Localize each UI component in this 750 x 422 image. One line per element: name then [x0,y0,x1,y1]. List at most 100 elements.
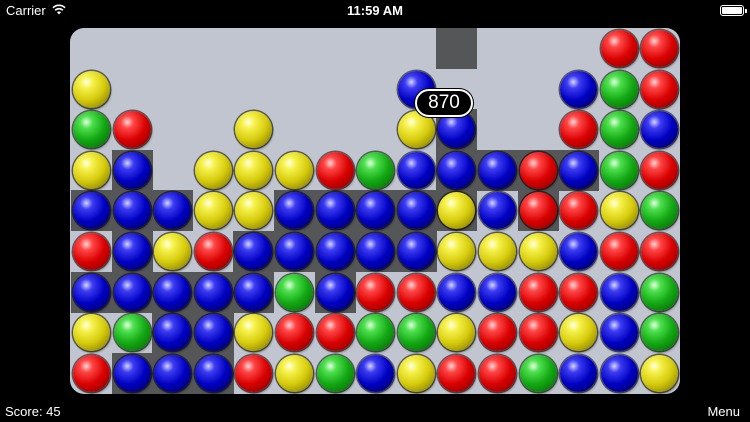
yellow-ball[interactable] [519,233,557,270]
blue-ball[interactable] [73,273,110,311]
blue-ball[interactable] [113,151,151,189]
blue-ball[interactable] [479,151,516,189]
blue-ball[interactable] [600,273,638,311]
red-ball[interactable] [276,314,313,352]
yellow-ball[interactable] [154,233,192,270]
green-ball[interactable] [276,273,313,311]
yellow-ball[interactable] [73,314,110,352]
yellow-ball[interactable] [235,192,273,230]
score-label: Score: 45 [5,404,61,419]
blue-ball[interactable] [560,233,598,270]
green-ball[interactable] [600,151,638,189]
green-ball[interactable] [600,70,638,108]
yellow-ball[interactable] [73,70,110,108]
yellow-ball[interactable] [600,192,638,230]
blue-ball[interactable] [235,273,273,311]
selection-highlight-cell [436,28,478,69]
blue-ball[interactable] [154,273,192,311]
green-ball[interactable] [519,354,557,392]
green-ball[interactable] [357,151,395,189]
red-ball[interactable] [316,314,354,352]
red-ball[interactable] [560,192,598,230]
red-ball[interactable] [641,30,679,67]
blue-ball[interactable] [357,354,395,392]
red-ball[interactable] [519,151,557,189]
blue-ball[interactable] [194,354,232,392]
yellow-ball[interactable] [235,314,273,352]
red-ball[interactable] [357,273,395,311]
red-ball[interactable] [397,273,435,311]
blue-ball[interactable] [438,273,476,311]
blue-ball[interactable] [276,233,313,270]
blue-ball[interactable] [438,151,476,189]
green-ball[interactable] [641,314,679,352]
green-ball[interactable] [113,314,151,352]
yellow-ball[interactable] [235,151,273,189]
blue-ball[interactable] [397,233,435,270]
yellow-ball[interactable] [479,233,516,270]
blue-ball[interactable] [397,151,435,189]
red-ball[interactable] [641,70,679,108]
yellow-ball[interactable] [438,233,476,270]
red-ball[interactable] [316,151,354,189]
green-ball[interactable] [641,192,679,230]
blue-ball[interactable] [316,233,354,270]
green-ball[interactable] [73,111,110,149]
yellow-ball[interactable] [194,151,232,189]
green-ball[interactable] [316,354,354,392]
menu-button[interactable]: Menu [707,404,740,419]
red-ball[interactable] [600,30,638,67]
blue-ball[interactable] [560,70,598,108]
blue-ball[interactable] [560,151,598,189]
yellow-ball[interactable] [641,354,679,392]
red-ball[interactable] [479,314,516,352]
blue-ball[interactable] [479,273,516,311]
red-ball[interactable] [73,354,110,392]
yellow-ball[interactable] [397,354,435,392]
blue-ball[interactable] [154,354,192,392]
blue-ball[interactable] [316,192,354,230]
red-ball[interactable] [194,233,232,270]
yellow-ball[interactable] [73,151,110,189]
red-ball[interactable] [519,273,557,311]
green-ball[interactable] [600,111,638,149]
red-ball[interactable] [519,192,557,230]
blue-ball[interactable] [600,354,638,392]
yellow-ball[interactable] [276,151,313,189]
red-ball[interactable] [560,273,598,311]
yellow-ball[interactable] [438,314,476,352]
yellow-ball[interactable] [235,111,273,149]
yellow-ball[interactable] [194,192,232,230]
game-board[interactable] [70,28,680,394]
battery-icon [720,5,747,16]
red-ball[interactable] [479,354,516,392]
blue-ball[interactable] [641,111,679,149]
red-ball[interactable] [641,233,679,270]
red-ball[interactable] [519,314,557,352]
blue-ball[interactable] [316,273,354,311]
blue-ball[interactable] [194,314,232,352]
blue-ball[interactable] [357,233,395,270]
blue-ball[interactable] [113,192,151,230]
green-ball[interactable] [357,314,395,352]
selection-score-bubble: 870 [415,89,473,117]
blue-ball[interactable] [113,233,151,270]
blue-ball[interactable] [397,192,435,230]
blue-ball[interactable] [113,354,151,392]
red-ball[interactable] [600,233,638,270]
red-ball[interactable] [438,354,476,392]
green-ball[interactable] [397,314,435,352]
red-ball[interactable] [641,151,679,189]
green-ball[interactable] [641,273,679,311]
blue-ball[interactable] [479,192,516,230]
blue-ball[interactable] [194,273,232,311]
red-ball[interactable] [73,233,110,270]
yellow-ball[interactable] [276,354,313,392]
red-ball[interactable] [235,354,273,392]
blue-ball[interactable] [113,273,151,311]
red-ball[interactable] [560,111,598,149]
blue-ball[interactable] [600,314,638,352]
yellow-ball[interactable] [560,314,598,352]
blue-ball[interactable] [560,354,598,392]
red-ball[interactable] [113,111,151,149]
